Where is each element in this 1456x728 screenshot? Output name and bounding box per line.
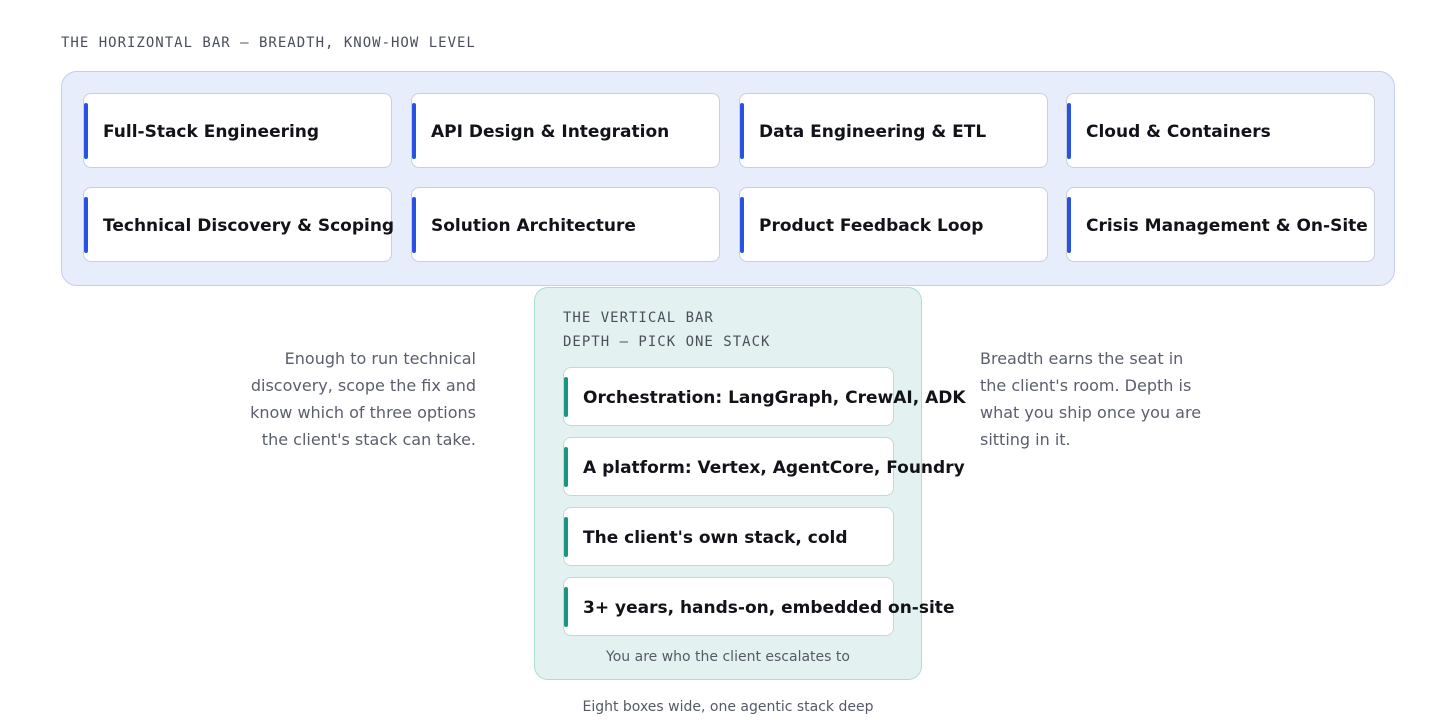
horizontal-bar-panel: Full-Stack Engineering API Design & Inte… (61, 71, 1395, 286)
breadth-skill-label: Product Feedback Loop (759, 216, 984, 236)
depth-skill-label: The client's own stack, cold (583, 528, 848, 548)
breadth-skill-box: Cloud & Containers (1066, 93, 1375, 168)
depth-skill-label: 3+ years, hands-on, embedded on-site (583, 598, 955, 618)
breadth-skill-box: Data Engineering & ETL (739, 93, 1048, 168)
depth-skill-label: A platform: Vertex, AgentCore, Foundry (583, 458, 965, 478)
breadth-skill-label: API Design & Integration (431, 122, 670, 142)
box-accent-stripe (412, 103, 416, 159)
box-accent-stripe (740, 103, 744, 159)
left-annotation: Enough to run technical discovery, scope… (250, 349, 476, 449)
breadth-skill-box: Solution Architecture (411, 187, 720, 262)
breadth-skill-label: Crisis Management & On-Site (1086, 216, 1368, 236)
box-accent-stripe (740, 197, 744, 253)
vertical-bar-title: THE VERTICAL BAR (563, 310, 714, 326)
depth-skill-box: 3+ years, hands-on, embedded on-site (563, 577, 954, 636)
box-accent-stripe (84, 103, 88, 159)
box-accent-stripe (564, 447, 568, 487)
breadth-skill-box: API Design & Integration (411, 93, 720, 168)
breadth-skill-label: Full-Stack Engineering (103, 122, 320, 142)
depth-skill-label: Orchestration: LangGraph, CrewAI, ADK (583, 388, 966, 408)
vertical-bar-panel: THE VERTICAL BAR DEPTH — PICK ONE STACK … (534, 287, 966, 680)
breadth-skill-box: Technical Discovery & Scoping (83, 187, 395, 262)
breadth-skill-label: Technical Discovery & Scoping (103, 216, 395, 236)
depth-skill-box: Orchestration: LangGraph, CrewAI, ADK (563, 367, 966, 426)
box-accent-stripe (1067, 103, 1071, 159)
box-accent-stripe (412, 197, 416, 253)
right-annotation: Breadth earns the seat in the client's r… (980, 349, 1202, 449)
breadth-skill-box: Product Feedback Loop (739, 187, 1048, 262)
box-accent-stripe (84, 197, 88, 253)
breadth-skill-label: Data Engineering & ETL (759, 122, 987, 142)
box-accent-stripe (564, 517, 568, 557)
horizontal-bar-title: THE HORIZONTAL BAR — BREADTH, KNOW-HOW L… (61, 35, 476, 51)
box-accent-stripe (564, 377, 568, 417)
box-accent-stripe (1067, 197, 1071, 253)
breadth-skill-box: Full-Stack Engineering (83, 93, 392, 168)
vertical-bar-footer: You are who the client escalates to (606, 649, 850, 665)
diagram-caption: Eight boxes wide, one agentic stack deep (582, 699, 874, 715)
breadth-skill-box: Crisis Management & On-Site (1066, 187, 1375, 262)
vertical-bar-subtitle: DEPTH — PICK ONE STACK (563, 334, 771, 350)
depth-skill-box: A platform: Vertex, AgentCore, Foundry (563, 437, 965, 496)
breadth-skill-label: Solution Architecture (431, 216, 636, 236)
depth-skill-box: The client's own stack, cold (563, 507, 894, 566)
breadth-skill-label: Cloud & Containers (1086, 122, 1271, 142)
box-accent-stripe (564, 587, 568, 627)
